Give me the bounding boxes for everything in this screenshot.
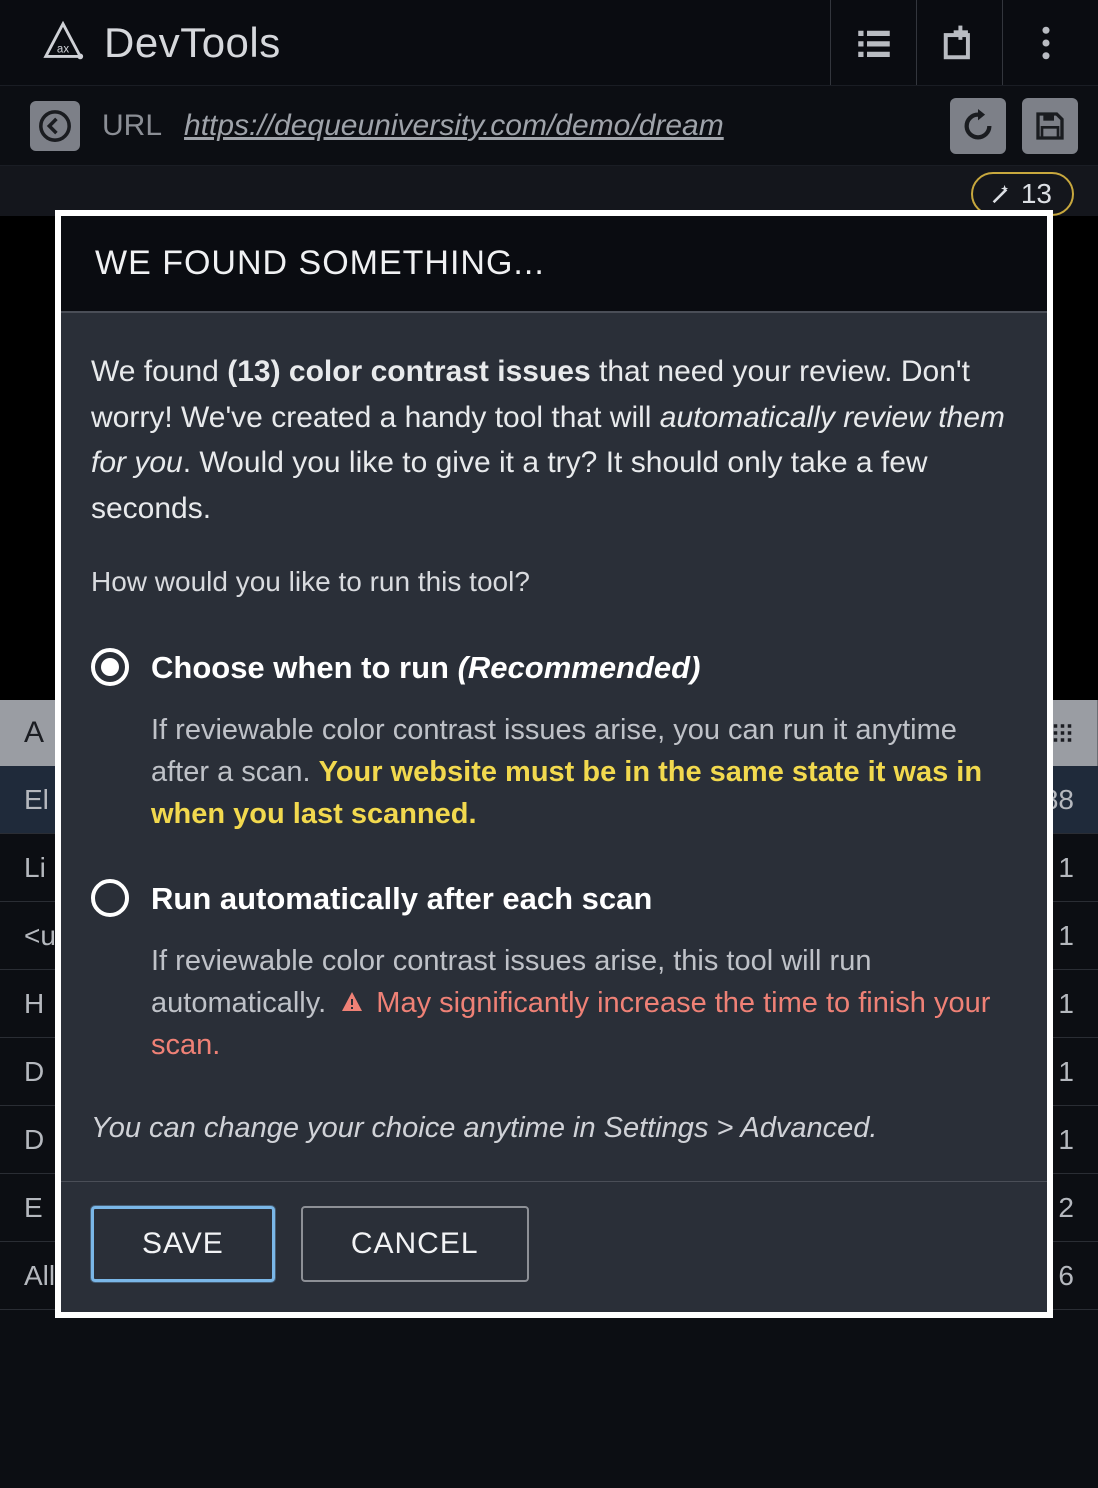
app-title: DevTools [104, 19, 281, 67]
axe-logo-icon: ax [40, 20, 86, 66]
save-button[interactable]: SAVE [91, 1206, 275, 1282]
svg-text:ax: ax [57, 43, 69, 55]
settings-note: You can change your choice anytime in Se… [91, 1106, 1017, 1150]
radio-title-manual: Choose when to run (Recommended) [151, 644, 1017, 691]
color-contrast-modal: WE FOUND SOMETHING... We found (13) colo… [55, 210, 1053, 1318]
badge-row: 13 [0, 166, 1098, 216]
radio-title-auto: Run automatically after each scan [151, 875, 1017, 922]
warning-icon [340, 990, 364, 1014]
save-icon [1034, 110, 1066, 142]
radio-option-manual[interactable]: Choose when to run (Recommended) If revi… [91, 644, 1017, 835]
modal-title: WE FOUND SOMETHING... [61, 216, 1047, 313]
radio-option-auto[interactable]: Run automatically after each scan If rev… [91, 875, 1017, 1066]
radio-desc-auto: If reviewable color contrast issues aris… [151, 940, 1017, 1066]
badge-count: 13 [1021, 178, 1052, 210]
list-icon [853, 22, 895, 64]
refresh-icon [961, 109, 995, 143]
url-actions [950, 98, 1078, 154]
url-bar: URL https://dequeuniversity.com/demo/dre… [0, 86, 1098, 166]
back-button[interactable] [30, 101, 80, 151]
list-view-button[interactable] [830, 0, 916, 85]
grid-icon [1052, 718, 1073, 748]
url-label: URL [102, 109, 162, 143]
modal-description: We found (13) color contrast issues that… [91, 349, 1017, 531]
modal-prompt: How would you like to run this tool? [91, 561, 1017, 604]
wand-icon [989, 183, 1011, 205]
radio-input-manual[interactable] [91, 648, 129, 686]
modal-footer: SAVE CANCEL [61, 1181, 1047, 1312]
add-panel-button[interactable] [916, 0, 1002, 85]
arrow-left-circle-icon [38, 109, 72, 143]
kebab-icon [1041, 26, 1051, 60]
cancel-button[interactable]: CANCEL [301, 1206, 529, 1282]
url-value[interactable]: https://dequeuniversity.com/demo/dream [184, 109, 928, 143]
rescan-button[interactable] [950, 98, 1006, 154]
add-panel-icon [941, 24, 979, 62]
save-url-button[interactable] [1022, 98, 1078, 154]
radio-desc-manual: If reviewable color contrast issues aris… [151, 709, 1017, 835]
app-logo: ax DevTools [40, 19, 830, 67]
modal-body: We found (13) color contrast issues that… [61, 313, 1047, 1181]
more-menu-button[interactable] [1002, 0, 1088, 85]
app-topbar: ax DevTools [0, 0, 1098, 86]
radio-input-auto[interactable] [91, 879, 129, 917]
topbar-actions [830, 0, 1088, 85]
